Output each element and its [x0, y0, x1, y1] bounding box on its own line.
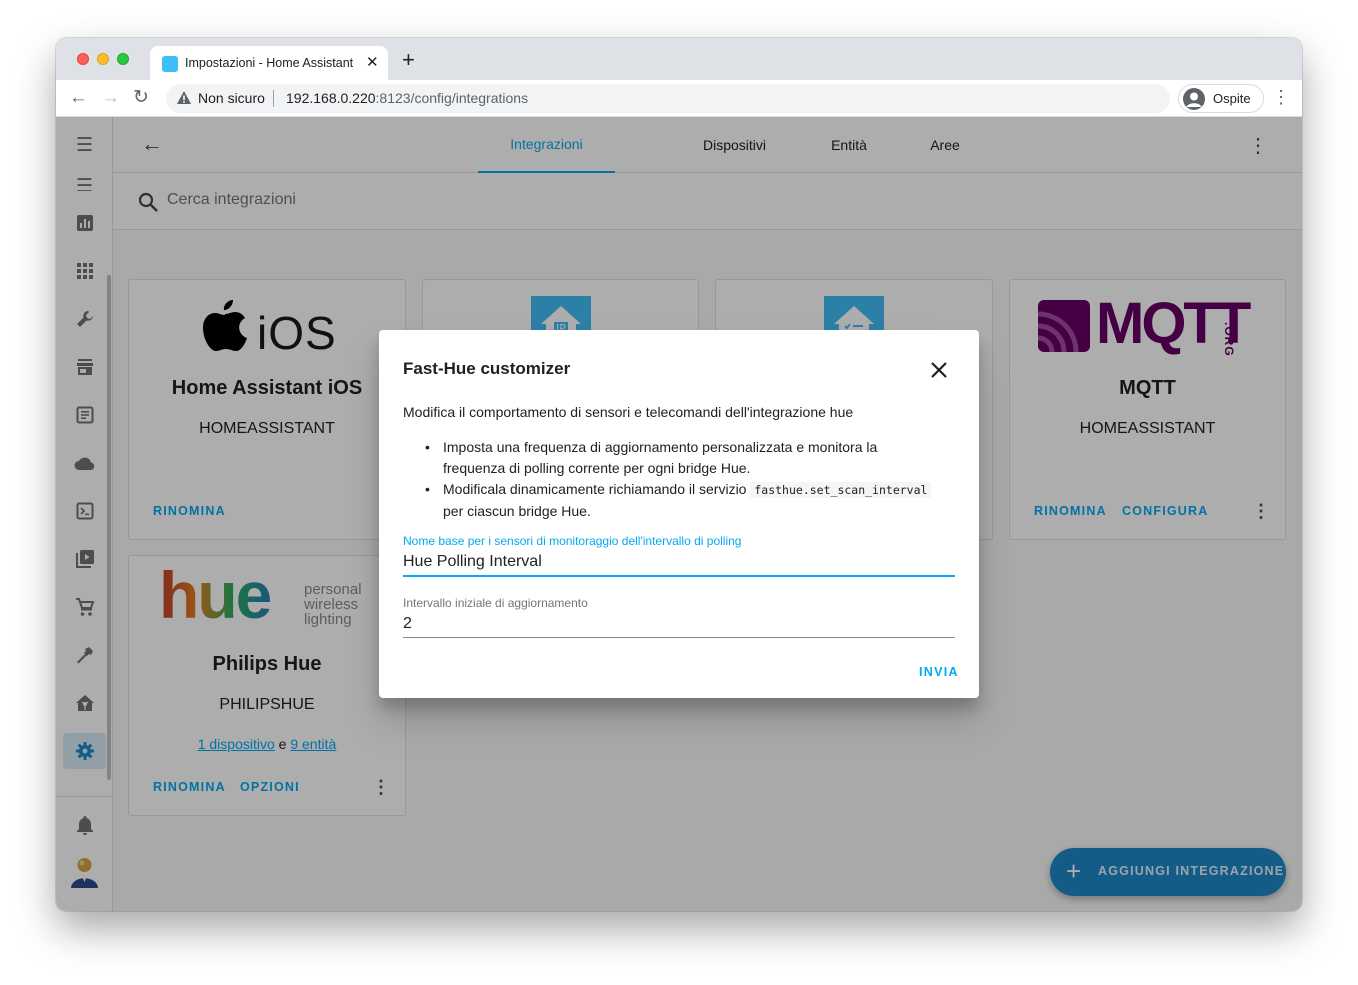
url-path: :8123/config/integrations: [375, 90, 529, 106]
close-icon[interactable]: [927, 358, 951, 382]
sensor-name-field[interactable]: Nome base per i sensori di monitoraggio …: [403, 534, 955, 577]
service-code: fasthue.set_scan_interval: [750, 482, 932, 498]
browser-tab[interactable]: Impostazioni - Home Assistant ✕: [150, 46, 388, 80]
security-label[interactable]: Non sicuro: [198, 90, 265, 106]
sensor-name-input[interactable]: Hue Polling Interval: [403, 553, 955, 575]
submit-button[interactable]: INVIA: [919, 665, 959, 679]
field-underline: [403, 575, 955, 577]
dialog-bullet: Modificala dinamicamente richiamando il …: [423, 479, 943, 522]
scan-interval-field[interactable]: Intervallo iniziale di aggiornamento 2: [403, 596, 955, 638]
dialog-title: Fast-Hue customizer: [403, 359, 571, 378]
dialog-description: Modifica il comportamento di sensori e t…: [403, 404, 854, 420]
field-label: Intervallo iniziale di aggiornamento: [403, 596, 588, 610]
warning-icon: [177, 91, 191, 104]
reload-icon[interactable]: ↻: [133, 86, 149, 110]
address-bar[interactable]: Non sicuro 192.168.0.220:8123/config/int…: [166, 84, 1170, 113]
tab-close-icon[interactable]: ✕: [366, 53, 379, 71]
scan-interval-input[interactable]: 2: [403, 615, 955, 637]
home-assistant-favicon-icon: [162, 56, 178, 72]
profile-button[interactable]: Ospite: [1178, 84, 1264, 113]
field-label: Nome base per i sensori di monitoraggio …: [403, 534, 742, 548]
forward-arrow-icon[interactable]: →: [101, 86, 120, 110]
dialog-bullet: Imposta una frequenza di aggiornamento p…: [423, 437, 943, 479]
browser-toolbar: ← → ↻ Non sicuro 192.168.0.220:8123/conf…: [56, 80, 1302, 117]
close-window-button[interactable]: [77, 53, 89, 65]
url-text: 192.168.0.220:8123/config/integrations: [286, 90, 528, 106]
back-arrow-icon[interactable]: ←: [69, 86, 88, 110]
omnibox-separator: [273, 90, 274, 107]
bullet-text: per ciascun bridge Hue.: [443, 503, 591, 519]
url-host: 192.168.0.220: [286, 90, 376, 106]
new-tab-button[interactable]: +: [402, 49, 415, 71]
browser-tab-bar: Impostazioni - Home Assistant ✕ +: [56, 38, 1302, 80]
guest-avatar-icon: [1183, 88, 1205, 110]
fast-hue-dialog: Fast-Hue customizer Modifica il comporta…: [379, 330, 979, 698]
browser-menu-icon[interactable]: ⋮: [1272, 86, 1290, 108]
bullet-text: Modificala dinamicamente richiamando il …: [443, 481, 747, 497]
profile-label: Ospite: [1213, 91, 1251, 106]
maximize-window-button[interactable]: [117, 53, 129, 65]
field-underline: [403, 637, 955, 638]
tab-title: Impostazioni - Home Assistant: [185, 56, 354, 70]
minimize-window-button[interactable]: [97, 53, 109, 65]
dialog-bullet-list: Imposta una frequenza di aggiornamento p…: [423, 437, 943, 522]
